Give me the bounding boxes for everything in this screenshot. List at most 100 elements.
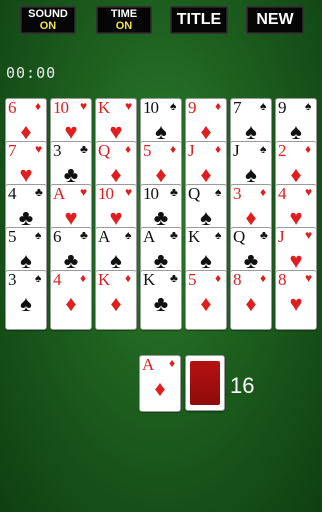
card-rank: K — [188, 227, 200, 246]
diamonds-icon: ♦ — [155, 162, 167, 187]
diamonds-small-icon: ♦ — [80, 271, 87, 285]
card-rank: 4 — [8, 184, 16, 203]
waste-card-suit-icon-small: ♦ — [169, 356, 176, 370]
hearts-icon: ♥ — [109, 119, 123, 144]
hearts-small-icon: ♥ — [305, 185, 313, 199]
card-rank: A — [143, 227, 155, 246]
new-game-button[interactable]: NEW — [246, 6, 304, 34]
clubs-small-icon: ♣ — [170, 271, 178, 285]
clubs-icon: ♣ — [63, 162, 79, 187]
waste-card-rank: A — [142, 355, 154, 374]
tableau-card[interactable]: 8 ♦ ♦ — [230, 270, 272, 330]
card-rank: 6 — [53, 227, 61, 246]
spades-icon: ♠ — [245, 119, 257, 144]
card-rank: 7 — [233, 98, 241, 117]
stock-count: 16 — [230, 373, 255, 398]
diamonds-icon: ♦ — [65, 291, 77, 316]
card-rank: Q — [188, 184, 200, 203]
spades-small-icon: ♠ — [305, 99, 312, 113]
card-rank: 10 — [53, 98, 69, 117]
hearts-small-icon: ♥ — [80, 185, 88, 199]
card-rank: 5 — [8, 227, 16, 246]
card-rank: Q — [233, 227, 245, 246]
clubs-small-icon: ♣ — [35, 185, 43, 199]
card-rank: Q — [98, 141, 110, 160]
diamonds-small-icon: ♦ — [260, 271, 267, 285]
card-rank: 9 — [278, 98, 286, 117]
time-label: TIME — [110, 8, 138, 20]
sound-toggle-button[interactable]: SOUND ON — [20, 6, 76, 34]
hearts-small-icon: ♥ — [125, 185, 133, 199]
hearts-icon: ♥ — [289, 248, 303, 273]
clubs-icon: ♣ — [243, 248, 259, 273]
hearts-icon: ♥ — [109, 205, 123, 230]
spades-small-icon: ♠ — [125, 228, 132, 242]
spades-small-icon: ♠ — [260, 142, 267, 156]
card-rank: 3 — [8, 270, 16, 289]
card-rank: 8 — [233, 270, 241, 289]
card-rank: J — [188, 141, 195, 160]
diamonds-small-icon: ♦ — [170, 142, 177, 156]
tableau-card[interactable]: 8 ♥ ♥ — [275, 270, 317, 330]
card-rank: 8 — [278, 270, 286, 289]
clubs-small-icon: ♣ — [80, 142, 88, 156]
spades-small-icon: ♠ — [35, 271, 42, 285]
waste-card[interactable]: A ♦ ♦ — [139, 355, 181, 412]
card-rank: 5 — [143, 141, 151, 160]
hearts-small-icon: ♥ — [305, 271, 313, 285]
diamonds-small-icon: ♦ — [215, 99, 222, 113]
card-rank: 4 — [53, 270, 61, 289]
hearts-icon: ♥ — [289, 205, 303, 230]
hearts-icon: ♥ — [289, 291, 303, 316]
hearts-small-icon: ♥ — [80, 99, 88, 113]
hearts-icon: ♥ — [64, 205, 78, 230]
time-toggle-button[interactable]: TIME ON — [96, 6, 152, 34]
diamonds-icon: ♦ — [154, 376, 166, 401]
diamonds-icon: ♦ — [290, 162, 302, 187]
diamonds-small-icon: ♦ — [215, 271, 222, 285]
card-rank: K — [98, 270, 110, 289]
card-rank: K — [98, 98, 110, 117]
spades-icon: ♠ — [20, 291, 32, 316]
card-rank: A — [98, 227, 110, 246]
time-state: ON — [115, 20, 133, 32]
tableau-card[interactable]: K ♦ ♦ — [95, 270, 137, 330]
spades-icon: ♠ — [200, 248, 212, 273]
card-rank: 10 — [98, 184, 114, 203]
diamonds-small-icon: ♦ — [125, 142, 132, 156]
hearts-small-icon: ♥ — [35, 142, 43, 156]
card-rank: 10 — [143, 98, 159, 117]
card-rank: A — [53, 184, 65, 203]
card-rank: 4 — [278, 184, 286, 203]
clubs-icon: ♣ — [18, 205, 34, 230]
tableau-card[interactable]: 4 ♦ ♦ — [50, 270, 92, 330]
diamonds-small-icon: ♦ — [260, 185, 267, 199]
spades-icon: ♠ — [110, 248, 122, 273]
stock-pile[interactable] — [185, 355, 225, 411]
card-rank: 10 — [143, 184, 159, 203]
hearts-icon: ♥ — [19, 162, 33, 187]
diamonds-icon: ♦ — [245, 291, 257, 316]
spades-small-icon: ♠ — [170, 99, 177, 113]
sound-state: ON — [39, 20, 57, 32]
diamonds-icon: ♦ — [110, 162, 122, 187]
spades-icon: ♠ — [200, 205, 212, 230]
spades-small-icon: ♠ — [215, 228, 222, 242]
card-rank: 5 — [188, 270, 196, 289]
sound-label: SOUND — [28, 8, 68, 20]
tableau-card[interactable]: 5 ♦ ♦ — [185, 270, 227, 330]
card-rank: 3 — [53, 141, 61, 160]
diamonds-icon: ♦ — [200, 291, 212, 316]
clubs-small-icon: ♣ — [260, 228, 268, 242]
clubs-icon: ♣ — [63, 248, 79, 273]
spades-small-icon: ♠ — [215, 185, 222, 199]
tableau-card[interactable]: K ♣ ♣ — [140, 270, 182, 330]
diamonds-small-icon: ♦ — [125, 271, 132, 285]
tableau-card[interactable]: 3 ♠ ♠ — [5, 270, 47, 330]
diamonds-icon: ♦ — [110, 291, 122, 316]
clubs-small-icon: ♣ — [80, 228, 88, 242]
card-rank: 7 — [8, 141, 16, 160]
title-button[interactable]: TITLE — [170, 6, 228, 34]
hearts-small-icon: ♥ — [125, 99, 133, 113]
spades-icon: ♠ — [290, 119, 302, 144]
